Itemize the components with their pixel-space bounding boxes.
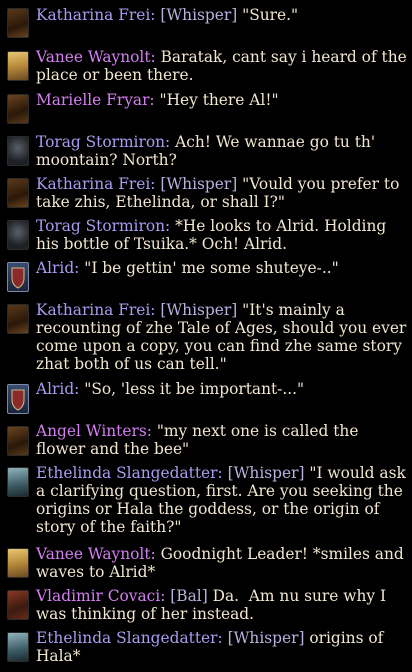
shield-icon xyxy=(11,267,25,289)
hooded-portrait-icon[interactable] xyxy=(7,467,29,497)
sender-name[interactable]: Vladimir Covaci: xyxy=(36,587,165,605)
sender-name[interactable]: Torag Stormiron: xyxy=(36,133,170,151)
sender-name[interactable]: Ethelinda Slangedatter: xyxy=(36,464,223,482)
channel-tag: [Whisper] xyxy=(222,464,305,482)
blonde-portrait-icon[interactable] xyxy=(7,548,29,578)
sender-name[interactable]: Ethelinda Slangedatter: xyxy=(36,629,223,647)
shield-portrait-icon[interactable] xyxy=(7,384,29,414)
bearded-portrait-icon[interactable] xyxy=(7,590,29,620)
message-text: Angel Winters: "my next one is called th… xyxy=(36,422,408,458)
channel-tag: [Whisper] xyxy=(222,629,305,647)
sender-name[interactable]: Vanee Waynolt: xyxy=(36,545,156,563)
helmet-portrait-icon[interactable] xyxy=(7,136,29,166)
channel-tag: [Whisper] xyxy=(155,6,238,24)
sender-name[interactable]: Marielle Fryar: xyxy=(36,91,155,109)
message-text: Katharina Frei: [Whisper] "Vould you pre… xyxy=(36,175,408,211)
message-text: Katharina Frei: [Whisper] "It's mainly a… xyxy=(36,301,408,373)
message-text: Torag Stormiron: *He looks to Alrid. Hol… xyxy=(36,217,408,253)
sender-name[interactable]: Katharina Frei: xyxy=(36,6,155,24)
message-text: Vanee Waynolt: Goodnight Leader! *smiles… xyxy=(36,545,408,581)
message-text: Torag Stormiron: Ach! We wannae go tu th… xyxy=(36,133,408,169)
channel-tag: [Whisper] xyxy=(155,301,238,319)
message-text: Vanee Waynolt: Baratak, cant say i heard… xyxy=(36,48,408,84)
elf-portrait-icon[interactable] xyxy=(7,304,29,334)
message-text: Alrid: "I be gettin' me some shuteye-.." xyxy=(36,259,408,277)
chat-log: Katharina Frei: [Whisper] "Sure." Vanee … xyxy=(0,0,412,672)
message-text: Alrid: "So, 'less it be important-..." xyxy=(36,380,408,398)
sender-name[interactable]: Katharina Frei: xyxy=(36,175,155,193)
message-body: "Hey there Al!" xyxy=(154,91,279,109)
helmet-portrait-icon[interactable] xyxy=(7,220,29,250)
message-text: Katharina Frei: [Whisper] "Sure." xyxy=(36,6,408,24)
message-body: "So, 'less it be important-..." xyxy=(79,380,305,398)
sender-name[interactable]: Torag Stormiron: xyxy=(36,217,170,235)
message-text: Ethelinda Slangedatter: [Whisper] origin… xyxy=(36,629,408,665)
hooded-portrait-icon[interactable] xyxy=(7,632,29,662)
shield-portrait-icon[interactable] xyxy=(7,262,29,292)
channel-tag: [Bal] xyxy=(165,587,208,605)
sender-name[interactable]: Angel Winters: xyxy=(36,422,152,440)
sender-name[interactable]: Alrid: xyxy=(36,259,79,277)
message-body: "I be gettin' me some shuteye-.." xyxy=(79,259,339,277)
elf-portrait-icon[interactable] xyxy=(7,8,29,38)
shield-icon xyxy=(11,389,25,411)
message-body: "Sure." xyxy=(237,6,299,24)
elf-portrait-icon[interactable] xyxy=(7,178,29,208)
channel-tag: [Whisper] xyxy=(155,175,238,193)
message-text: Ethelinda Slangedatter: [Whisper] "I wou… xyxy=(36,464,408,536)
sender-name[interactable]: Alrid: xyxy=(36,380,79,398)
sender-name[interactable]: Katharina Frei: xyxy=(36,301,155,319)
elf-portrait-icon[interactable] xyxy=(7,94,29,124)
blonde-portrait-icon[interactable] xyxy=(7,51,29,81)
elf-portrait-icon[interactable] xyxy=(7,426,29,456)
message-text: Marielle Fryar: "Hey there Al!" xyxy=(36,91,408,109)
message-text: Vladimir Covaci: [Bal] Da. Am nu sure wh… xyxy=(36,587,408,623)
sender-name[interactable]: Vanee Waynolt: xyxy=(36,48,156,66)
